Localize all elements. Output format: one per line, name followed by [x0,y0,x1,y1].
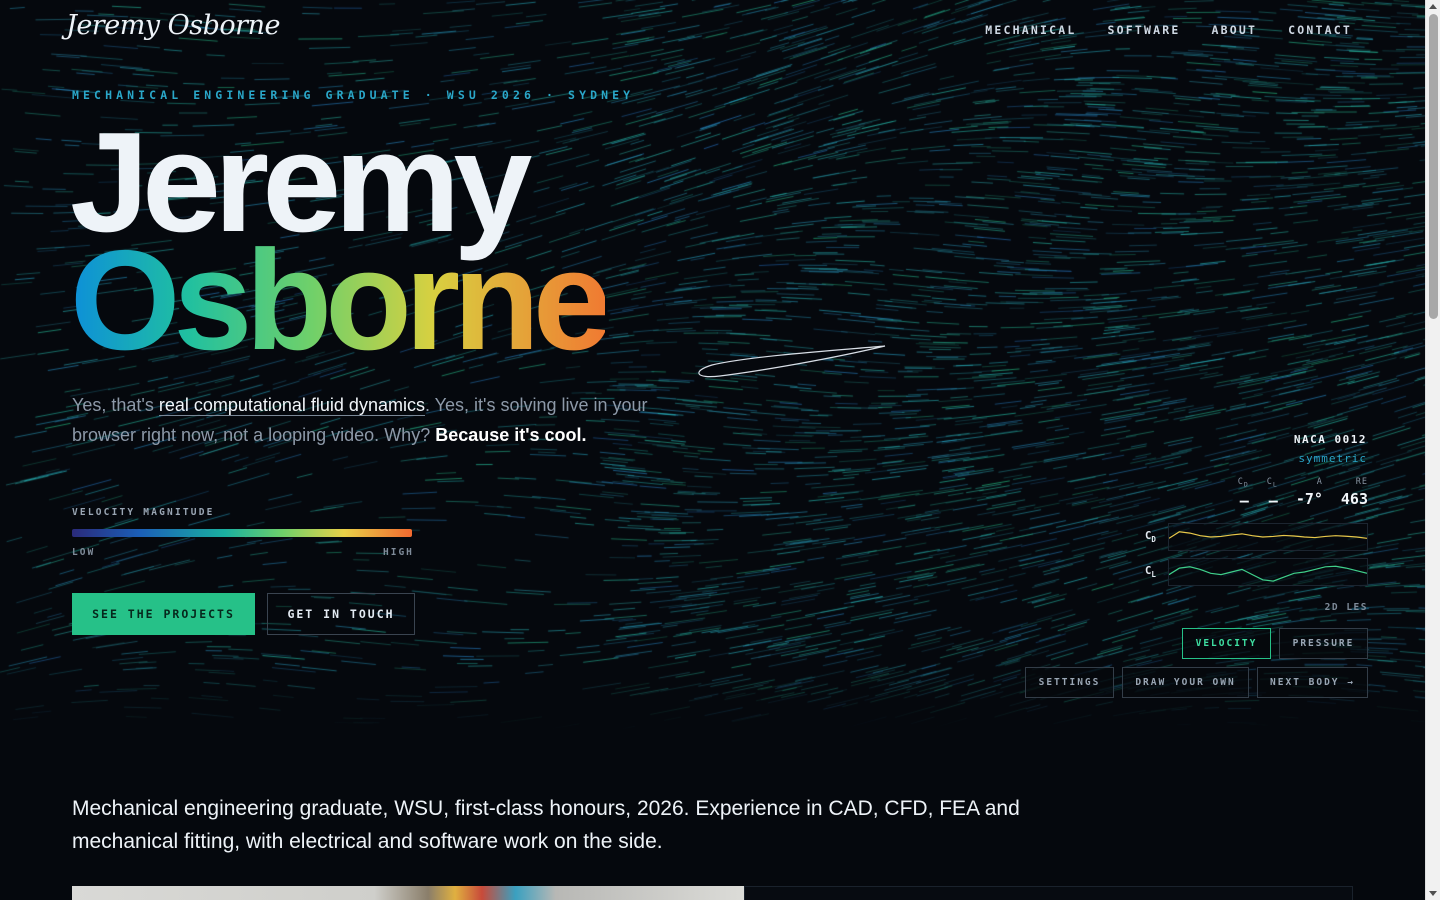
cl-history-line [1169,565,1367,582]
stat-value: 463 [1340,490,1368,508]
cd-history-chart [1168,523,1368,551]
hero-eyebrow: MECHANICAL ENGINEERING GRADUATE · WSU 20… [72,88,635,102]
see-projects-button[interactable]: SEE THE PROJECTS [72,593,255,635]
stat-value: – [1268,491,1278,510]
cl-sub: L [1151,570,1156,580]
nav-mechanical[interactable]: MECHANICAL [985,23,1076,37]
main-nav: MECHANICAL SOFTWARE ABOUT CONTACT [985,23,1352,37]
velocity-legend-title: VELOCITY MAGNITUDE [72,507,215,518]
brand-logo[interactable]: Jeremy Osborne [66,10,280,41]
page-scrollbar[interactable] [1425,0,1440,900]
body-name: NACA 0012 [1293,433,1367,446]
nav-contact[interactable]: CONTACT [1288,23,1352,37]
cd-sub: D [1151,535,1156,545]
stat-value: – [1239,491,1249,510]
stat-sub: L [1272,480,1278,489]
stat-key: RE [1355,477,1368,487]
nav-about[interactable]: ABOUT [1212,23,1258,37]
nav-software[interactable]: SOFTWARE [1108,23,1181,37]
draw-your-own-button[interactable]: DRAW YOUR OWN [1122,667,1249,698]
cl-history-chart [1168,558,1368,586]
velocity-legend-low: LOW [72,547,96,558]
cd-chart-label: CD [1145,530,1156,544]
velocity-mode-button[interactable]: VELOCITY [1182,628,1271,659]
hero-tagline: Yes, that's real computational fluid dyn… [72,390,672,450]
stat-cl: CL – [1267,477,1278,510]
body-type: symmetric [1298,452,1367,465]
airfoil-shape[interactable] [690,335,900,385]
get-in-touch-button[interactable]: GET IN TOUCH [267,593,415,635]
tagline-highlight: real computational fluid dynamics [158,395,425,416]
stat-sub: D [1243,480,1249,489]
stat-cd: CD – [1238,477,1249,510]
velocity-legend-high: HIGH [383,547,414,558]
cl-chart-label: CL [1145,565,1156,579]
intro-summary: Mechanical engineering graduate, WSU, fi… [72,797,1020,853]
cd-history-line [1169,531,1367,539]
stat-value: -7° [1295,490,1323,508]
settings-button[interactable]: SETTINGS [1025,667,1114,698]
project-card[interactable] [744,886,1353,900]
sim-stats: CD – CL – A -7° RE 463 [1238,477,1368,510]
velocity-colorbar [72,529,412,537]
body-info: NACA 0012 symmetric [1294,433,1367,465]
stat-key: A [1316,477,1323,487]
pressure-mode-button[interactable]: PRESSURE [1279,628,1368,659]
project-photo[interactable] [72,886,744,900]
stat-angle: A -7° [1296,477,1323,510]
scroll-up-arrow[interactable] [1429,4,1437,9]
stat-reynolds: RE 463 [1341,477,1368,510]
next-body-button[interactable]: NEXT BODY → [1257,667,1368,698]
scrollbar-thumb[interactable] [1429,14,1438,319]
hero-last-name: Osborne [70,221,612,380]
solver-label: 2D LES [1324,602,1368,613]
tagline-part: Yes, that's [72,395,159,415]
tagline-emphasis: Because it's cool. [435,425,587,445]
scroll-down-arrow[interactable] [1429,891,1437,896]
